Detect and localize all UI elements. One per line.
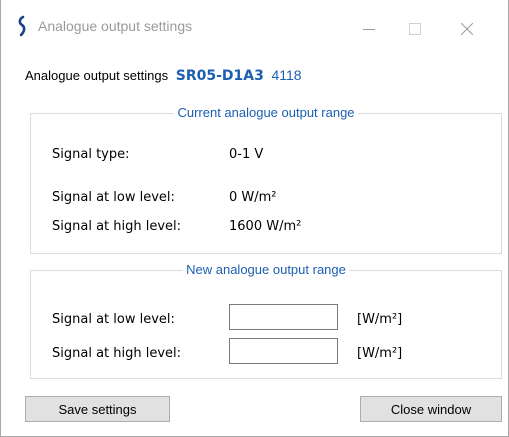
minimize-button[interactable] (346, 0, 392, 57)
current-high-level-label: Signal at high level: (52, 219, 182, 234)
close-window-x-button[interactable] (444, 0, 490, 57)
new-low-level-label: Signal at low level: (52, 312, 175, 327)
close-window-button[interactable]: Close window (360, 396, 502, 422)
new-high-level-label: Signal at high level: (52, 346, 182, 361)
device-model: SR05-D1A3 (175, 68, 264, 84)
new-range-group: New analogue output range Signal at low … (30, 262, 502, 379)
device-header: Analogue output settings SR05-D1A3 4118 (25, 67, 302, 84)
current-range-title: Current analogue output range (174, 105, 358, 120)
new-range-title: New analogue output range (183, 262, 349, 277)
current-high-level-value: 1600 W/m² (229, 219, 302, 234)
header-label: Analogue output settings (25, 68, 169, 83)
app-logo-icon (18, 15, 26, 37)
window-title: Analogue output settings (38, 18, 193, 34)
title-bar[interactable]: Analogue output settings (1, 0, 508, 57)
maximize-icon (409, 22, 421, 35)
low-level-unit: [W/m²] (357, 312, 403, 327)
device-serial: 4118 (271, 67, 302, 83)
current-range-group: Current analogue output range Signal typ… (30, 105, 502, 254)
signal-type-value: 0-1 V (229, 147, 264, 162)
maximize-button[interactable] (392, 0, 438, 57)
low-level-input[interactable] (229, 304, 338, 330)
current-low-level-value: 0 W/m² (229, 190, 277, 205)
high-level-unit: [W/m²] (357, 346, 403, 361)
high-level-input[interactable] (229, 338, 338, 364)
minimize-icon (363, 28, 375, 30)
current-low-level-label: Signal at low level: (52, 190, 175, 205)
dialog-content: Analogue output settings SR05-D1A3 4118 … (1, 57, 508, 436)
close-icon (461, 22, 473, 35)
save-settings-button[interactable]: Save settings (25, 396, 170, 422)
settings-window: Analogue output settings Analogue output… (0, 0, 509, 437)
signal-type-label: Signal type: (52, 147, 130, 162)
